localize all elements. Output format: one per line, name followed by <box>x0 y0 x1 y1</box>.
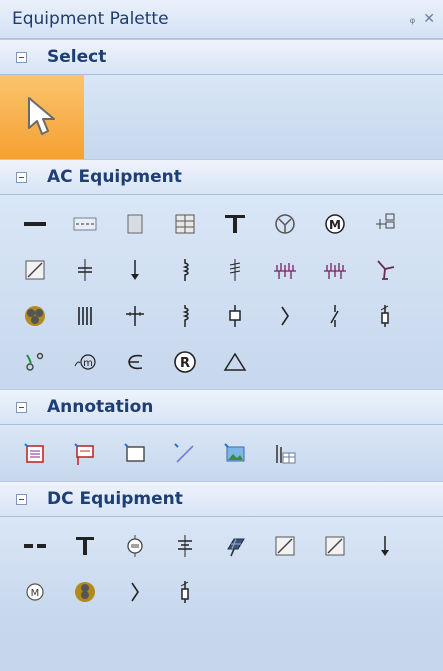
section-label-annotation: Annotation <box>47 397 154 417</box>
connector-icon[interactable] <box>110 339 160 385</box>
breaker-icon[interactable] <box>210 293 260 339</box>
collapse-toggle[interactable] <box>16 171 27 183</box>
palette-title: Equipment Palette <box>12 9 169 29</box>
motor-tag-icon[interactable]: m <box>60 339 110 385</box>
panel-icon[interactable] <box>110 201 160 247</box>
pointer-icon <box>28 97 55 135</box>
section-label-select: Select <box>47 47 107 67</box>
switch-icon[interactable] <box>260 293 310 339</box>
section-body-ac-equipment: M m R <box>0 195 443 389</box>
picture-icon[interactable] <box>210 431 260 477</box>
capacitor-icon[interactable] <box>60 247 110 293</box>
section-body-annotation <box>0 425 443 481</box>
three-winding-icon[interactable] <box>10 293 60 339</box>
section-body-select <box>0 75 443 159</box>
switchboard-icon[interactable] <box>160 201 210 247</box>
collapse-toggle[interactable] <box>16 401 27 413</box>
dc-source-icon[interactable] <box>60 523 110 569</box>
pin-icon[interactable]: ᵩ <box>409 11 415 27</box>
dc-fuse-icon[interactable] <box>160 569 210 615</box>
wind-turbine-icon[interactable] <box>360 247 410 293</box>
disconnect-icon[interactable] <box>310 293 360 339</box>
generator-icon[interactable] <box>260 201 310 247</box>
callout-icon[interactable] <box>60 431 110 477</box>
section-label-dc-equipment: DC Equipment <box>47 489 183 509</box>
busbar-icon[interactable] <box>10 201 60 247</box>
cable-icon[interactable] <box>160 247 210 293</box>
rectangle-icon[interactable] <box>110 431 160 477</box>
dc-load-icon[interactable] <box>360 523 410 569</box>
harmonic-filter-icon[interactable] <box>310 247 360 293</box>
section-header-select[interactable]: Select <box>0 39 443 75</box>
dashed-bus-icon[interactable] <box>60 201 110 247</box>
reactor-icon[interactable] <box>210 247 260 293</box>
rectifier-icon[interactable]: R <box>160 339 210 385</box>
converter-icon[interactable] <box>260 523 310 569</box>
collapse-toggle[interactable] <box>16 493 27 505</box>
svg-text:R: R <box>180 356 190 371</box>
motor-icon[interactable]: M <box>310 201 360 247</box>
dc-motor-icon[interactable]: M <box>10 569 60 615</box>
svg-text:m: m <box>83 358 93 369</box>
text-box-icon[interactable] <box>10 431 60 477</box>
svg-text:M: M <box>329 218 341 232</box>
line-icon[interactable] <box>160 431 210 477</box>
close-icon[interactable]: ✕ <box>423 11 435 27</box>
pv-panel-icon[interactable] <box>210 523 260 569</box>
inductor-icon[interactable] <box>160 293 210 339</box>
utility-icon[interactable] <box>210 201 260 247</box>
section-label-ac-equipment: AC Equipment <box>47 167 182 187</box>
section-body-dc-equipment: M <box>0 517 443 619</box>
ups-icon[interactable] <box>60 569 110 615</box>
table-annotation-icon[interactable] <box>260 431 310 477</box>
section-header-ac-equipment[interactable]: AC Equipment <box>0 159 443 195</box>
dc-switch-icon[interactable] <box>110 569 160 615</box>
svg-text:M: M <box>31 588 40 599</box>
equipment-palette: Equipment Palette ᵩ ✕ Select AC Equipmen… <box>0 0 443 671</box>
fuse-icon[interactable] <box>360 293 410 339</box>
dc-bus-icon[interactable] <box>10 523 60 569</box>
dc-meter-icon[interactable] <box>110 523 160 569</box>
filter-icon[interactable] <box>260 247 310 293</box>
load-arrow-icon[interactable] <box>110 247 160 293</box>
relay-icon[interactable] <box>110 293 160 339</box>
pointer-tool[interactable] <box>0 75 84 159</box>
cable-bundle-icon[interactable] <box>60 293 110 339</box>
triangle-icon[interactable] <box>210 339 260 385</box>
section-header-dc-equipment[interactable]: DC Equipment <box>0 481 443 517</box>
transformer-box-icon[interactable] <box>10 247 60 293</box>
palette-titlebar: Equipment Palette ᵩ ✕ <box>0 0 443 39</box>
mcc-icon[interactable] <box>360 201 410 247</box>
collapse-toggle[interactable] <box>16 51 27 63</box>
window-controls: ᵩ ✕ <box>409 11 435 27</box>
inverter-icon[interactable] <box>310 523 360 569</box>
battery-icon[interactable] <box>160 523 210 569</box>
section-header-annotation[interactable]: Annotation <box>0 389 443 425</box>
link-icon[interactable] <box>10 339 60 385</box>
